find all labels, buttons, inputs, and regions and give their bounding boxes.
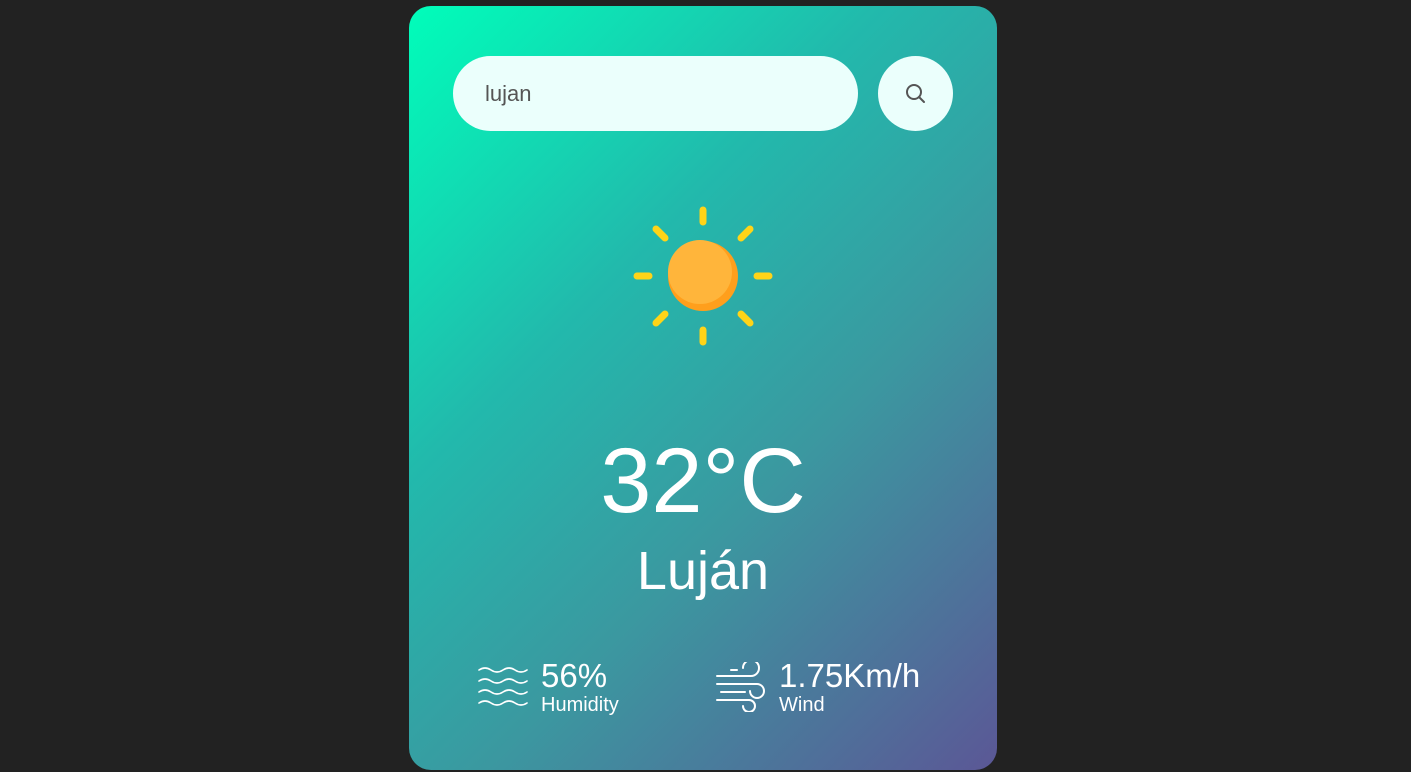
city-name: Luján (636, 541, 770, 601)
humidity-text: 56% Humidity (541, 657, 619, 717)
wind-value: 1.75Km/h (779, 657, 921, 694)
wind-icon (715, 659, 767, 715)
wind-label: Wind (779, 694, 825, 716)
search-input[interactable]: lujan (453, 56, 858, 131)
humidity-icon (477, 659, 529, 715)
wind-detail: 1.75Km/h Wind (715, 658, 920, 716)
search-icon (905, 83, 925, 103)
search-button[interactable] (878, 56, 953, 131)
search-input-value: lujan (485, 80, 532, 106)
wind-text: 1.75Km/h Wind (779, 657, 921, 717)
temperature: 32°C (600, 430, 806, 532)
humidity-detail: 56% Humidity (477, 658, 619, 716)
weather-card: lujan 32°C Luján 56% Humidity 1.75Km/h W… (409, 6, 997, 770)
sun-icon (633, 206, 773, 346)
humidity-value: 56% (541, 657, 608, 694)
humidity-label: Humidity (541, 694, 619, 716)
